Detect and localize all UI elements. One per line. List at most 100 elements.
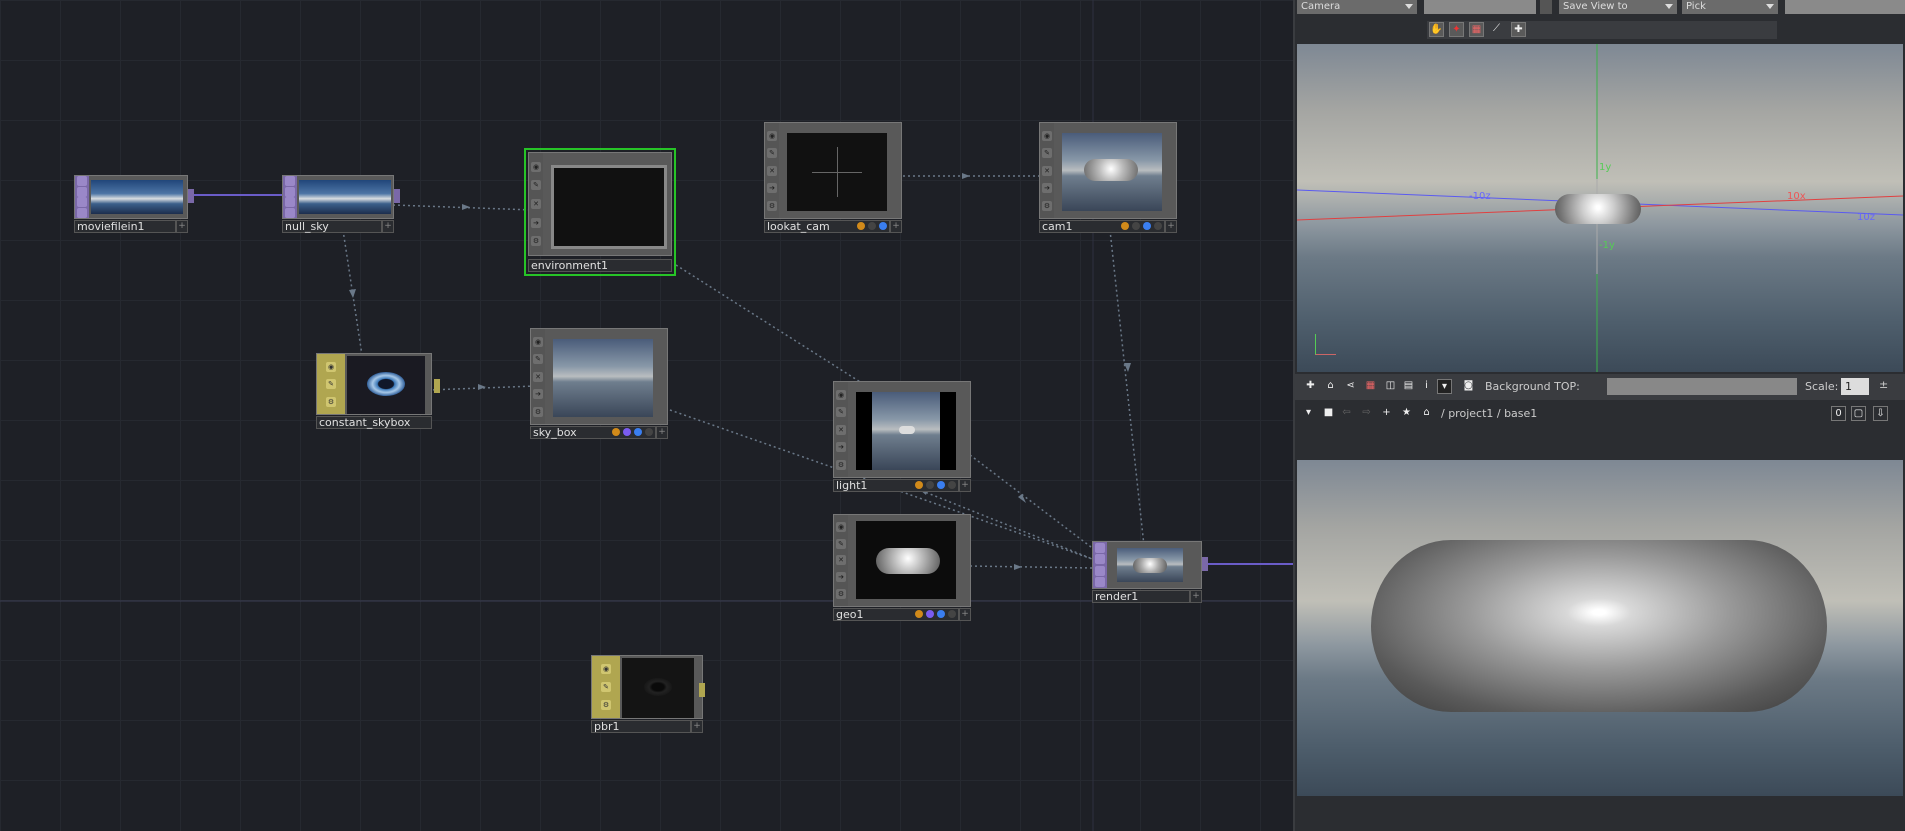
back-icon[interactable]: ⇦ [1339, 406, 1354, 421]
node-label[interactable]: light1 [833, 479, 959, 492]
chevron-down-icon[interactable]: ▾ [1437, 379, 1452, 394]
node-expand-button[interactable]: + [890, 220, 902, 233]
info-icon[interactable]: i [1419, 379, 1434, 394]
node-label[interactable]: environment1 [528, 259, 672, 272]
network-path[interactable]: / project1 / base1 [1441, 407, 1537, 420]
node-body: ◉ ✎ ⚙ [316, 353, 432, 415]
node-body: ◉ ✎ ✕ ➔ ⚙ [528, 152, 672, 256]
add-icon[interactable]: + [1379, 406, 1394, 421]
pick-field[interactable] [1785, 0, 1905, 14]
node-constant_skybox[interactable]: ◉ ✎ ⚙ constant_skybox [316, 353, 440, 429]
node-body: ◉ ✎ ⚙ [591, 655, 703, 719]
output-connector[interactable] [434, 379, 440, 393]
node-body [1092, 541, 1202, 589]
bone-icon[interactable]: ⟋ [1489, 22, 1504, 37]
node-expand-button[interactable]: + [382, 220, 394, 233]
node-environment1[interactable]: ◉ ✎ ✕ ➔ ⚙ environment1 [524, 148, 676, 276]
forward-icon[interactable]: ⇨ [1359, 406, 1374, 421]
node-label[interactable]: constant_skybox [316, 416, 432, 429]
hand-icon[interactable]: ✋ [1429, 22, 1444, 37]
right-panel: Camera Save View to Pick ✋ ✦ ▦ ⟋ ✚ 1y -1… [1293, 0, 1905, 831]
node-op-strip: ◉ ✎ ⚙ [592, 656, 620, 718]
node-op-strip: ◉ ✎ ✕ ➔ ⚙ [531, 329, 545, 424]
network-path-bar: ▾ ■ ⇦ ⇨ + ★ ⌂ / project1 / base1 0 ▢ ⇩ [1295, 402, 1905, 424]
node-label[interactable]: sky_box [530, 426, 656, 439]
node-thumbnail [551, 165, 667, 249]
layers-icon[interactable]: ▤ [1401, 379, 1416, 394]
node-body: ◉ ✎ ✕ ➔ ⚙ [530, 328, 668, 425]
axis-gizmo-icon [1315, 334, 1336, 355]
node-pbr1[interactable]: ◉ ✎ ⚙ pbr1 + [591, 655, 705, 733]
select-icon[interactable]: ✦ [1449, 22, 1464, 37]
node-op-strip: ◉ ✎ ✕ ➔ ⚙ [529, 153, 543, 255]
node-expand-button[interactable]: + [959, 608, 971, 621]
node-expand-button[interactable]: + [959, 479, 971, 492]
render-preview-viewer[interactable] [1297, 460, 1903, 796]
viewport-bottom-toolbar: ✚ ⌂ ⋖ ▦ ◫ ▤ i ▾ ◙ Background TOP: Scale:… [1295, 374, 1905, 400]
node-label-text: light1 [836, 479, 868, 492]
node-label-text: lookat_cam [767, 220, 830, 233]
import-icon[interactable]: ⇩ [1873, 406, 1888, 421]
add-icon[interactable]: ✚ [1511, 22, 1526, 37]
counter-field[interactable]: 0 [1831, 406, 1846, 421]
camera-name-field[interactable] [1424, 0, 1536, 14]
node-op-strip: ◉ ✎ ✕ ➔ ⚙ [1040, 123, 1054, 218]
node-flags [857, 222, 887, 230]
node-geo1[interactable]: ◉ ✎ ✕ ➔ ⚙ geo1 + [833, 514, 971, 621]
node-label[interactable]: moviefilein1 [74, 220, 176, 233]
node-thumbnail [856, 521, 956, 599]
add-icon[interactable]: ✚ [1303, 379, 1318, 394]
home-icon[interactable]: ⌂ [1419, 406, 1434, 421]
node-cam1[interactable]: ◉ ✎ ✕ ➔ ⚙ cam1 + [1039, 122, 1177, 233]
node-thumbnail [622, 658, 694, 718]
node-label[interactable]: render1 [1092, 590, 1190, 603]
axis-label-z: 10z [1857, 212, 1875, 223]
scale-field[interactable]: 1 [1841, 378, 1869, 395]
node-label[interactable]: lookat_cam [764, 220, 890, 233]
node-null_sky[interactable]: null_sky + [282, 175, 400, 233]
node-lookat_cam[interactable]: ◉ ✎ ✕ ➔ ⚙ lookat_cam + [764, 122, 902, 233]
camera-dropdown[interactable]: Camera [1297, 0, 1417, 14]
maximize-icon[interactable]: ▢ [1851, 406, 1866, 421]
wire-cam-to-render [1109, 229, 1146, 556]
node-body: ◉ ✎ ✕ ➔ ⚙ [764, 122, 902, 219]
output-connector[interactable] [1202, 557, 1208, 571]
node-expand-button[interactable]: + [656, 426, 668, 439]
node-label[interactable]: pbr1 [591, 720, 691, 733]
node-flags [915, 481, 956, 489]
node-op-strip: ◉ ✎ ✕ ➔ ⚙ [834, 515, 848, 606]
node-sky_box[interactable]: ◉ ✎ ✕ ➔ ⚙ sky_box + [530, 328, 668, 439]
background-top-field[interactable] [1607, 378, 1797, 395]
scale-slider-icon[interactable]: ± [1879, 378, 1888, 391]
node-label[interactable]: null_sky [282, 220, 382, 233]
node-moviefilein1[interactable]: moviefilein1 + [74, 175, 194, 233]
grid-icon[interactable]: ▦ [1363, 379, 1378, 394]
cube-icon[interactable]: ◫ [1383, 379, 1398, 394]
bookmark-icon[interactable]: ★ [1399, 406, 1414, 421]
network-editor[interactable]: moviefilein1 + null_sky + ◉ ✎ ✕ ➔ ⚙ environm… [0, 0, 1293, 831]
output-connector[interactable] [188, 189, 194, 203]
node-light1[interactable]: ◉ ✎ ✕ ➔ ⚙ light1 + [833, 381, 971, 492]
node-expand-button[interactable]: + [176, 220, 188, 233]
node-render1[interactable]: render1 + [1092, 541, 1208, 603]
node-expand-button[interactable]: + [1165, 220, 1177, 233]
node-expand-button[interactable]: + [691, 720, 703, 733]
node-label[interactable]: cam1 [1039, 220, 1165, 233]
output-connector[interactable] [699, 683, 705, 697]
camera-icon[interactable]: ◙ [1461, 379, 1476, 394]
menu-chevron-icon[interactable]: ▾ [1301, 406, 1316, 421]
geometry-viewport[interactable]: 1y -1y -10z 10x 10z [1297, 44, 1903, 372]
node-thumbnail [553, 339, 653, 417]
pick-dropdown[interactable]: Pick [1682, 0, 1778, 14]
node-label[interactable]: geo1 [833, 608, 959, 621]
stop-icon[interactable]: ■ [1321, 406, 1336, 421]
output-connector[interactable] [394, 189, 400, 203]
node-op-strip [283, 176, 297, 218]
grid-icon[interactable]: ▦ [1469, 22, 1484, 37]
bone-icon[interactable]: ⋖ [1343, 379, 1358, 394]
node-expand-button[interactable]: + [1190, 590, 1202, 603]
save-view-dropdown[interactable]: Save View to [1559, 0, 1677, 14]
node-flags [915, 610, 956, 618]
camera-home-icon[interactable]: ⌂ [1323, 379, 1338, 394]
axis-label-y: 1y [1599, 162, 1612, 173]
